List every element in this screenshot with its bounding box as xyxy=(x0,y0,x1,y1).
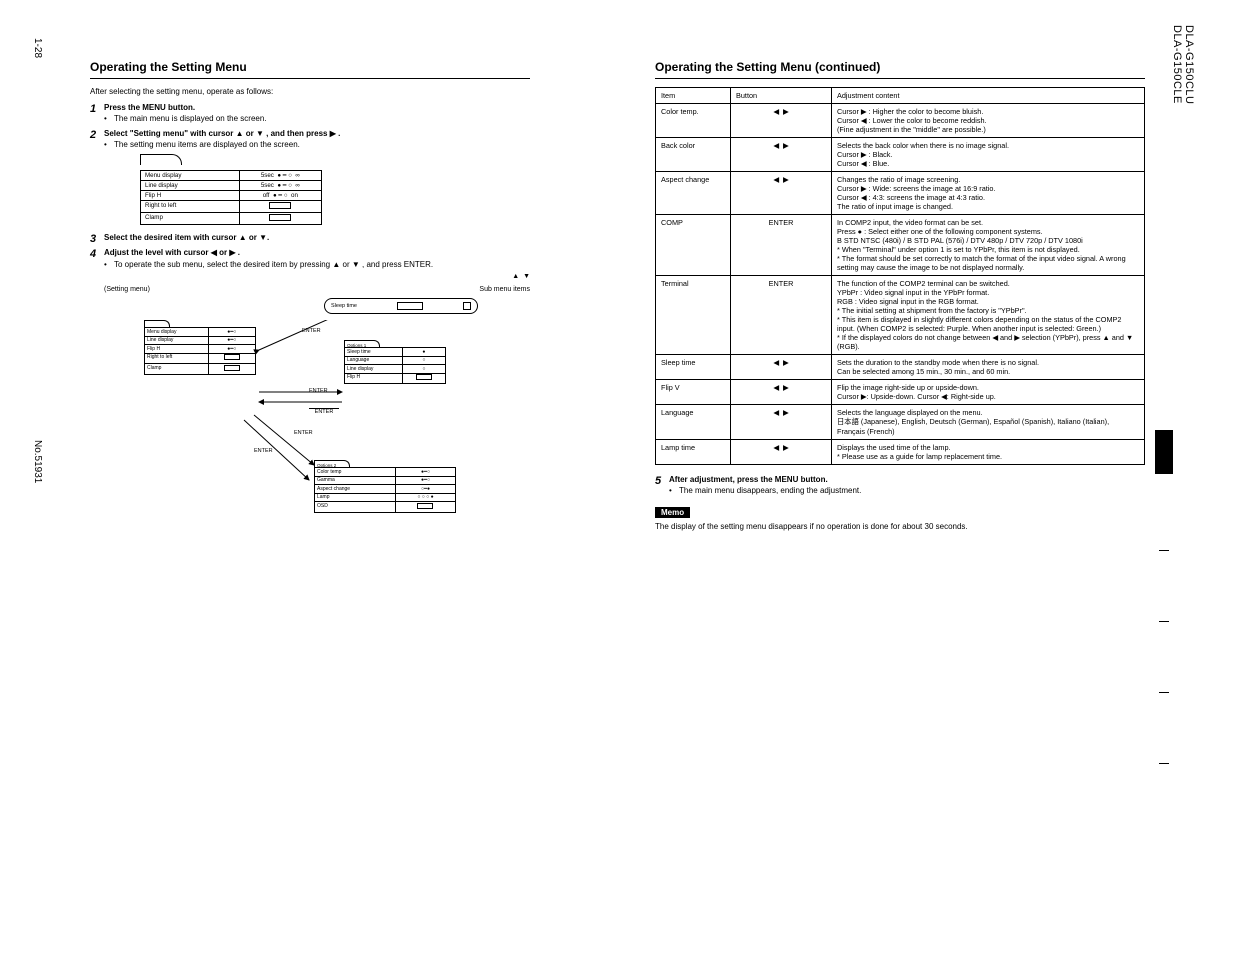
thumb-index-lines xyxy=(1159,480,1169,764)
model-a: DLA-G150CLU xyxy=(1183,25,1195,104)
left-arrow-icon: ◀ xyxy=(773,141,779,150)
pill-submenu: Sleep time xyxy=(324,298,478,314)
osd-tab-1 xyxy=(140,154,182,165)
right-arrow-icon: ▶ xyxy=(783,408,789,417)
table-row: TerminalENTERThe function of the COMP2 t… xyxy=(656,276,1145,355)
table-row: COMPENTERIn COMP2 input, the video forma… xyxy=(656,215,1145,276)
down-arrow-icon: ▼ xyxy=(259,233,267,242)
table-row: Lamp time◀ ▶Displays the used time of th… xyxy=(656,440,1145,465)
step-2: 2 Select "Setting menu" with cursor ▲ or… xyxy=(90,129,530,152)
step1-text: Press the MENU button. xyxy=(104,103,195,112)
table-row: Language◀ ▶Selects the language displaye… xyxy=(656,405,1145,440)
right-heading: Operating the Setting Menu (continued) xyxy=(655,60,1145,79)
up-arrow-icon: ▲ xyxy=(332,260,340,269)
down-arrow-icon: ▼ xyxy=(523,273,530,280)
right-arrow-icon: ▶ xyxy=(783,175,789,184)
step-num-2: 2 xyxy=(90,129,104,152)
step-5: 5 After adjustment, press the MENU butto… xyxy=(655,475,1145,498)
step-num-1: 1 xyxy=(90,103,104,126)
left-arrow-icon: ◀ xyxy=(773,175,779,184)
step-1: 1 Press the MENU button. •The main menu … xyxy=(90,103,530,126)
page-number: 1-28 xyxy=(32,38,43,58)
memo-block: Memo The display of the setting menu dis… xyxy=(655,501,1145,533)
step-num-5: 5 xyxy=(655,475,669,498)
diagram-arrows xyxy=(104,320,484,540)
up-arrow-icon: ▲ xyxy=(236,129,244,138)
left-arrow-icon: ◀ xyxy=(773,383,779,392)
left-intro: After selecting the setting menu, operat… xyxy=(90,87,530,98)
left-column: Operating the Setting Menu After selecti… xyxy=(90,60,530,563)
thumb-index-tab xyxy=(1155,430,1173,474)
doc-number: No.51931 xyxy=(32,440,43,483)
th-item: Item xyxy=(656,88,731,104)
table-row: Back color◀ ▶Selects the back color when… xyxy=(656,138,1145,172)
submenu-label-row: (Setting menu) Sub menu items xyxy=(104,285,530,294)
table-header-row: Item Button Adjustment content xyxy=(656,88,1145,104)
up-arrow-icon: ▲ xyxy=(239,233,247,242)
table-row: Color temp.◀ ▶Cursor ▶ : Higher the colo… xyxy=(656,104,1145,138)
right-arrow-icon: ▶ xyxy=(783,443,789,452)
table-row: Flip V◀ ▶Flip the image right-side up or… xyxy=(656,380,1145,405)
side-model-labels: DLA-G150CLU DLA-G150CLE xyxy=(1171,25,1195,104)
table-row: Sleep time◀ ▶Sets the duration to the st… xyxy=(656,355,1145,380)
right-arrow-icon: ▶ xyxy=(783,358,789,367)
left-arrow-icon: ◀ xyxy=(773,358,779,367)
right-arrow-icon: ▶ xyxy=(783,107,789,116)
step2-sub: The setting menu items are displayed on … xyxy=(114,140,300,150)
step2-text: Select "Setting menu" with cursor ▲ or ▼… xyxy=(104,129,340,138)
model-b: DLA-G150CLE xyxy=(1171,25,1183,104)
left-heading: Operating the Setting Menu xyxy=(90,60,530,79)
left-arrow-icon: ◀ xyxy=(773,408,779,417)
step-3: 3 Select the desired item with cursor ▲ … xyxy=(90,233,530,245)
memo-text: The display of the setting menu disappea… xyxy=(655,522,1145,533)
right-arrow-icon: ▶ xyxy=(783,383,789,392)
memo-label: Memo xyxy=(655,507,690,518)
th-content: Adjustment content xyxy=(832,88,1145,104)
step-num-3: 3 xyxy=(90,233,104,245)
step1-sub: The main menu is displayed on the screen… xyxy=(114,114,267,124)
up-arrow-icon: ▲ xyxy=(512,273,519,280)
step-num-4: 4 xyxy=(90,248,104,560)
right-arrow-icon: ▶ xyxy=(330,129,336,138)
step5-text: After adjustment, press the MENU button. xyxy=(669,475,828,484)
left-arrow-icon: ◀ xyxy=(773,443,779,452)
right-column: Operating the Setting Menu (continued) I… xyxy=(655,60,1145,538)
table-row: Aspect change◀ ▶Changes the ratio of ima… xyxy=(656,172,1145,215)
left-arrow-icon: ◀ xyxy=(773,107,779,116)
step-4: 4 Adjust the level with cursor ◀ or ▶ . … xyxy=(90,248,530,560)
down-arrow-icon: ▼ xyxy=(256,129,264,138)
th-button: Button xyxy=(731,88,832,104)
osd-menu-1: Menu display5sec ● ━ ○ ∞ Line display5se… xyxy=(140,170,322,225)
settings-table: Item Button Adjustment content Color tem… xyxy=(655,87,1145,465)
down-arrow-icon: ▼ xyxy=(352,260,360,269)
left-arrow-icon: ◀ xyxy=(211,248,217,257)
right-arrow-icon: ▶ xyxy=(783,141,789,150)
right-arrow-icon: ▶ xyxy=(229,248,235,257)
